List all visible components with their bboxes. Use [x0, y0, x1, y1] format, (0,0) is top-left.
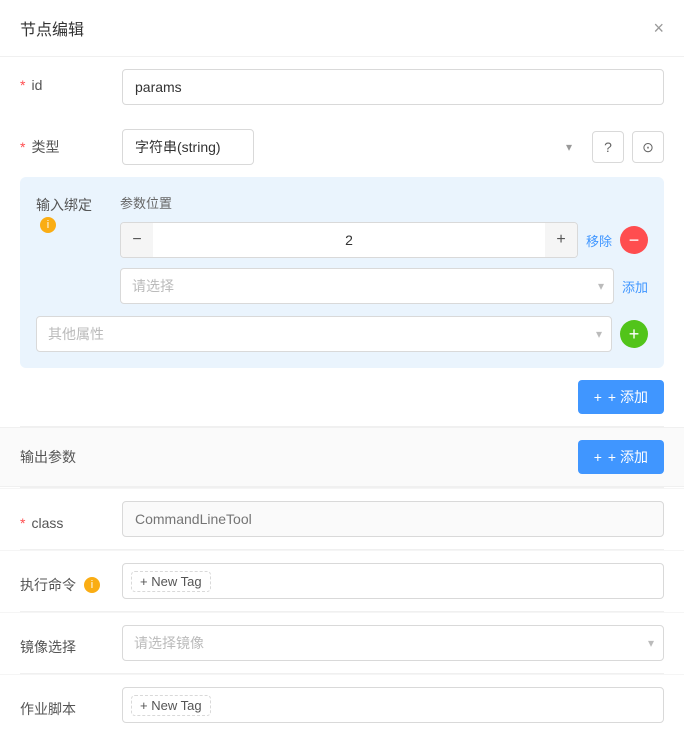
- binding-select-wrap: ▾ 请选择: [120, 268, 614, 304]
- type-field-row: * 类型 字符串(string) 数字(number) 布尔(boolean) …: [0, 117, 684, 177]
- close-button[interactable]: ×: [653, 19, 664, 37]
- input-binding-header-row: 输入绑定 i 参数位置 − + 移除 −: [36, 193, 648, 304]
- class-required-star: *: [20, 515, 25, 531]
- type-gear-button[interactable]: ⊙: [632, 131, 664, 163]
- class-input-wrap: [122, 501, 664, 537]
- work-script-new-tag-button[interactable]: + New Tag: [131, 695, 211, 716]
- type-help-button[interactable]: ?: [592, 131, 624, 163]
- class-label: * class: [20, 507, 110, 531]
- type-required-star: *: [20, 139, 25, 155]
- plus-icon: +: [629, 325, 640, 343]
- exec-command-label: 执行命令 i: [20, 567, 110, 595]
- image-select-wrap: 请选择镜像 ▾: [122, 625, 664, 661]
- type-input-wrap: 字符串(string) 数字(number) 布尔(boolean) 对象(ob…: [122, 129, 664, 165]
- input-params-add-row: + + 添加: [0, 368, 684, 426]
- id-input[interactable]: [122, 69, 664, 105]
- stepper-wrap: − +: [120, 222, 578, 258]
- work-script-row: 作业脚本 + New Tag: [0, 674, 684, 735]
- gear-icon: ⊙: [642, 139, 654, 156]
- output-add-plus-icon: +: [594, 449, 602, 465]
- output-label-wrap: 输出参数: [20, 447, 566, 467]
- exec-command-info-icon[interactable]: i: [84, 577, 100, 593]
- image-select[interactable]: [122, 625, 664, 661]
- add-plus-icon: +: [594, 389, 602, 405]
- output-params-label: 输出参数: [20, 449, 76, 465]
- other-props-row: ▾ 其他属性 +: [36, 316, 648, 352]
- exec-command-tag-input[interactable]: + New Tag: [122, 563, 664, 599]
- exec-command-row: 执行命令 i + New Tag: [0, 550, 684, 611]
- param-position-label: 参数位置: [120, 193, 648, 212]
- minus-icon: −: [629, 231, 640, 249]
- input-params-add-button[interactable]: + + 添加: [578, 380, 664, 414]
- input-binding-card: 输入绑定 i 参数位置 − + 移除 −: [20, 177, 664, 368]
- type-label: * 类型: [20, 129, 110, 157]
- stepper-plus-button[interactable]: +: [545, 223, 577, 257]
- type-select-arrow: ▾: [566, 140, 572, 154]
- stepper-minus-button[interactable]: −: [121, 223, 153, 257]
- other-props-select[interactable]: [36, 316, 612, 352]
- id-label: * id: [20, 69, 110, 93]
- remove-link[interactable]: 移除: [586, 231, 612, 250]
- other-props-select-wrap: ▾ 其他属性: [36, 316, 612, 352]
- input-binding-info-icon[interactable]: i: [40, 217, 56, 233]
- binding-select[interactable]: [120, 268, 614, 304]
- id-field-row: * id: [0, 57, 684, 117]
- image-select-row: 镜像选择 请选择镜像 ▾: [0, 612, 684, 673]
- id-input-wrap: [122, 69, 664, 105]
- stepper-row: − + 移除 −: [120, 222, 648, 258]
- input-binding-content: 参数位置 − + 移除 −: [120, 193, 648, 304]
- class-input[interactable]: [122, 501, 664, 537]
- modal-header: 节点编辑 ×: [0, 0, 684, 57]
- binding-add-link[interactable]: 添加: [622, 277, 648, 296]
- modal-container: 节点编辑 × * id * 类型 字符串(s: [0, 0, 684, 735]
- remove-circle-button[interactable]: −: [620, 226, 648, 254]
- class-field-row: * class: [0, 488, 684, 549]
- id-required-star: *: [20, 77, 25, 93]
- input-binding-label: 输入绑定 i: [36, 193, 108, 233]
- exec-command-new-tag-button[interactable]: + New Tag: [131, 571, 211, 592]
- stepper-value-input[interactable]: [153, 232, 545, 248]
- modal-body: * id * 类型 字符串(string) 数字(number) 布: [0, 57, 684, 735]
- binding-select-row: ▾ 请选择 添加: [120, 268, 648, 304]
- output-params-row: 输出参数 + + 添加: [0, 427, 684, 487]
- add-circle-button[interactable]: +: [620, 320, 648, 348]
- modal-title: 节点编辑: [20, 16, 84, 40]
- image-select-label: 镜像选择: [20, 629, 110, 657]
- output-params-add-button[interactable]: + + 添加: [578, 440, 664, 474]
- work-script-tag-input[interactable]: + New Tag: [122, 687, 664, 723]
- type-select[interactable]: 字符串(string) 数字(number) 布尔(boolean) 对象(ob…: [122, 129, 254, 165]
- work-script-label: 作业脚本: [20, 691, 110, 719]
- type-select-wrap: 字符串(string) 数字(number) 布尔(boolean) 对象(ob…: [122, 129, 664, 165]
